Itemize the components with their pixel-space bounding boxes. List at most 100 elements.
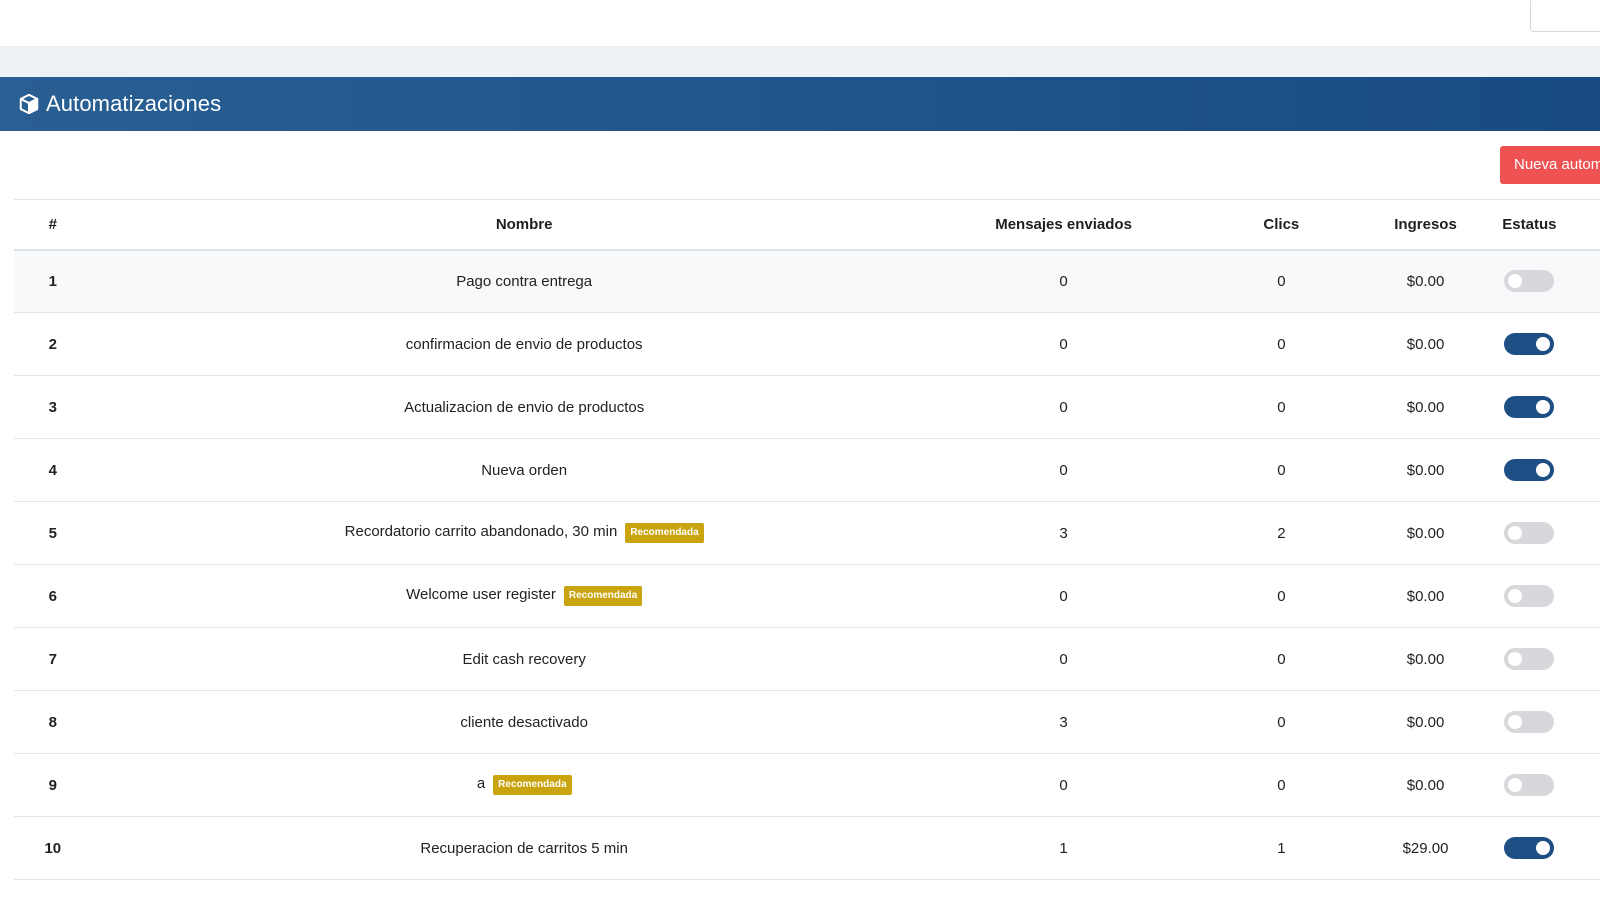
row-clicks: 0: [1170, 753, 1393, 817]
row-status-cell: [1458, 753, 1600, 817]
automation-name[interactable]: Nueva orden: [481, 462, 567, 479]
column-header-messages[interactable]: Mensajes enviados: [956, 199, 1171, 251]
row-number: 10: [14, 816, 92, 880]
page-background-band: [0, 47, 1600, 77]
row-status-cell: [1458, 627, 1600, 691]
row-number: 1: [14, 249, 92, 313]
row-status-cell: [1458, 564, 1600, 628]
row-revenue: $0.00: [1392, 312, 1459, 376]
toggle-knob: [1508, 274, 1523, 289]
row-revenue: $0.00: [1392, 501, 1459, 565]
row-status-cell: [1458, 690, 1600, 754]
automation-name[interactable]: a: [477, 775, 485, 792]
row-clicks: 0: [1170, 690, 1393, 754]
automation-name[interactable]: Pago contra entrega: [456, 273, 592, 290]
toggle-knob: [1508, 778, 1523, 792]
table-row[interactable]: 9 a Recomendada 0 0 $0.00: [14, 753, 1600, 817]
automation-name[interactable]: Recordatorio carrito abandonado, 30 min: [345, 523, 618, 540]
table-row[interactable]: 4 Nueva orden 0 0 $0.00: [14, 438, 1600, 502]
toggle-knob: [1536, 337, 1551, 351]
toggle-knob: [1536, 400, 1551, 414]
row-revenue: $0.00: [1392, 627, 1459, 691]
table-row[interactable]: 2 confirmacion de envio de productos 0 0 $0.…: [14, 312, 1600, 376]
row-messages-sent: 3: [956, 501, 1171, 565]
row-status-cell: [1458, 816, 1600, 880]
table-row[interactable]: 8 cliente desactivado 3 0 $0.00: [14, 690, 1600, 754]
row-name-cell: Recordatorio carrito abandonado, 30 min R…: [91, 501, 957, 565]
status-toggle[interactable]: [1504, 585, 1555, 607]
table-header-row: # Nombre Mensajes enviados Clics Ingreso…: [14, 199, 1600, 251]
status-toggle[interactable]: [1504, 459, 1555, 481]
automation-name[interactable]: Edit cash recovery: [462, 651, 585, 668]
table-row[interactable]: 1 Pago contra entrega 0 0 $0.00: [14, 249, 1600, 313]
box-icon: [18, 93, 40, 115]
status-toggle[interactable]: [1504, 711, 1555, 733]
table-row[interactable]: 7 Edit cash recovery 0 0 $0.00: [14, 627, 1600, 691]
row-messages-sent: 0: [956, 375, 1171, 439]
table-row[interactable]: 10 Recuperacion de carritos 5 min 1 1 $29.00: [14, 816, 1600, 880]
top-bar-control[interactable]: [1530, 0, 1600, 32]
status-toggle[interactable]: [1504, 270, 1555, 293]
row-number: 7: [14, 627, 92, 691]
row-name-cell: Recuperacion de carritos 5 min: [91, 816, 957, 880]
row-number: 6: [14, 564, 92, 628]
column-header-name[interactable]: Nombre: [91, 199, 957, 251]
row-status-cell: [1458, 312, 1600, 376]
row-messages-sent: 0: [956, 312, 1171, 376]
row-revenue: $0.00: [1392, 249, 1459, 313]
row-number: 4: [14, 438, 92, 502]
row-number: 9: [14, 753, 92, 817]
column-header-number[interactable]: #: [14, 199, 92, 251]
table-row[interactable]: 6 Welcome user register Recomendada 0 0 $0.00: [14, 564, 1600, 628]
row-revenue: $0.00: [1392, 375, 1459, 439]
column-header-clicks[interactable]: Clics: [1170, 199, 1393, 251]
row-number: 3: [14, 375, 92, 439]
automation-name[interactable]: confirmacion de envio de productos: [406, 336, 643, 353]
toggle-knob: [1508, 652, 1523, 666]
automations-table: # Nombre Mensajes enviados Clics Ingreso…: [14, 199, 1600, 880]
page-title: Automatizaciones: [46, 91, 222, 116]
row-name-cell: Pago contra entrega: [91, 249, 957, 313]
row-messages-sent: 0: [956, 627, 1171, 691]
row-clicks: 0: [1170, 627, 1393, 691]
toggle-knob: [1508, 715, 1523, 729]
recommended-badge: Recomendada: [625, 523, 704, 543]
status-toggle[interactable]: [1504, 522, 1555, 544]
status-toggle[interactable]: [1504, 774, 1555, 796]
row-revenue: $0.00: [1392, 753, 1459, 817]
row-name-cell: confirmacion de envio de productos: [91, 312, 957, 376]
row-name-cell: cliente desactivado: [91, 690, 957, 754]
row-name-cell: Edit cash recovery: [91, 627, 957, 691]
row-messages-sent: 0: [956, 438, 1171, 502]
automation-name[interactable]: Actualizacion de envio de productos: [404, 399, 644, 416]
row-clicks: 0: [1170, 375, 1393, 439]
automation-name[interactable]: Welcome user register: [406, 586, 556, 603]
automation-name[interactable]: cliente desactivado: [460, 714, 588, 731]
table-row[interactable]: 3 Actualizacion de envio de productos 0 0 $0…: [14, 375, 1600, 439]
row-messages-sent: 0: [956, 564, 1171, 628]
row-clicks: 1: [1170, 816, 1393, 880]
row-name-cell: a Recomendada: [91, 753, 957, 817]
status-toggle[interactable]: [1504, 333, 1555, 355]
new-automation-button[interactable]: Nueva automatización: [1500, 146, 1600, 184]
row-clicks: 0: [1170, 564, 1393, 628]
automation-name[interactable]: Recuperacion de carritos 5 min: [420, 840, 628, 857]
row-status-cell: [1458, 438, 1600, 502]
row-clicks: 0: [1170, 438, 1393, 502]
status-toggle[interactable]: [1504, 648, 1555, 670]
column-header-status[interactable]: Estatus: [1458, 199, 1600, 251]
row-messages-sent: 3: [956, 690, 1171, 754]
row-messages-sent: 1: [956, 816, 1171, 880]
row-number: 8: [14, 690, 92, 754]
row-revenue: $29.00: [1392, 816, 1459, 880]
toggle-knob: [1508, 526, 1523, 540]
row-messages-sent: 0: [956, 753, 1171, 817]
row-clicks: 2: [1170, 501, 1393, 565]
table-row[interactable]: 5 Recordatorio carrito abandonado, 30 min…: [14, 501, 1600, 565]
panel-header: Automatizaciones: [0, 77, 1600, 131]
status-toggle[interactable]: [1504, 837, 1555, 859]
status-toggle[interactable]: [1504, 396, 1555, 418]
row-name-cell: Actualizacion de envio de productos: [91, 375, 957, 439]
row-name-cell: Welcome user register Recomendada: [91, 564, 957, 628]
column-header-revenue[interactable]: Ingresos: [1392, 199, 1459, 251]
